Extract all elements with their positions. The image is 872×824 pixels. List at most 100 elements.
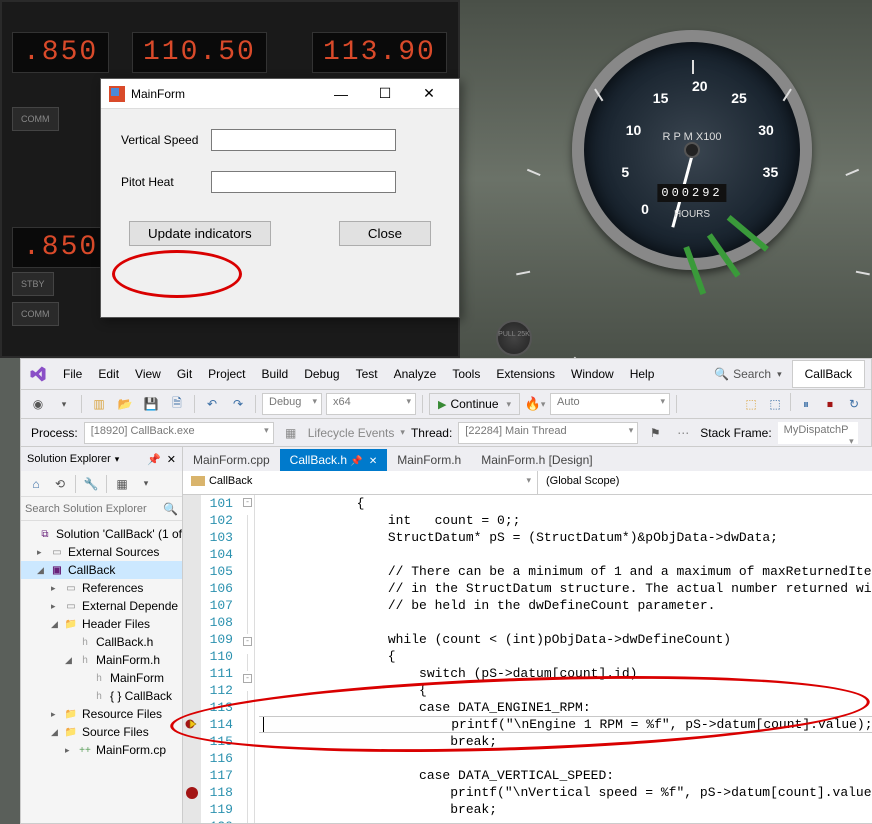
tree-item[interactable]: ▸📁Resource Files <box>21 705 182 723</box>
menu-edit[interactable]: Edit <box>90 363 127 385</box>
tree-item[interactable]: h{ } CallBack <box>21 687 182 705</box>
code-line[interactable]: switch (pS->datum[count].id) <box>263 665 872 682</box>
editor-tab[interactable]: CallBack.h 📌✕ <box>280 449 388 471</box>
step-icon-2[interactable]: ⬚ <box>764 393 786 415</box>
undo-icon[interactable]: ↶ <box>201 393 223 415</box>
menu-debug[interactable]: Debug <box>296 363 347 385</box>
tree-item[interactable]: hCallBack.h <box>21 633 182 651</box>
nav-back-icon[interactable]: ◉ <box>27 393 49 415</box>
redo-icon[interactable]: ↷ <box>227 393 249 415</box>
comm-button-1[interactable]: COMM <box>12 107 59 131</box>
menu-help[interactable]: Help <box>622 363 663 385</box>
close-window-button[interactable]: ✕ <box>407 80 451 108</box>
menu-test[interactable]: Test <box>348 363 386 385</box>
code-line[interactable]: { <box>263 495 872 512</box>
solexp-search[interactable]: 🔍 <box>21 497 182 521</box>
collapse-icon[interactable]: ▾ <box>135 473 157 495</box>
new-icon[interactable]: ▥ <box>88 393 110 415</box>
code-line[interactable] <box>263 818 872 823</box>
fold-toggle-icon[interactable]: - <box>243 498 252 507</box>
fold-toggle-icon[interactable]: - <box>243 637 252 646</box>
code-line[interactable] <box>263 546 872 563</box>
menu-window[interactable]: Window <box>563 363 622 385</box>
code-line[interactable]: break; <box>263 733 872 750</box>
code-line[interactable]: { <box>263 648 872 665</box>
code-line[interactable]: int count = 0;; <box>263 512 872 529</box>
nav-project-dropdown[interactable]: CallBack <box>183 471 538 494</box>
search-menu[interactable]: 🔍 Search▾ <box>714 367 782 381</box>
auto-dropdown[interactable]: Auto <box>550 393 670 415</box>
code-line[interactable]: { <box>263 682 872 699</box>
lifecycle-icon[interactable]: ▦ <box>280 422 302 444</box>
tree-item[interactable]: ▸▭External Sources <box>21 543 182 561</box>
update-indicators-button[interactable]: Update indicators <box>129 221 271 246</box>
solution-tab[interactable]: CallBack <box>792 360 865 388</box>
tree-item[interactable]: ◢📁Source Files <box>21 723 182 741</box>
titlebar[interactable]: MainForm — ☐ ✕ <box>101 79 459 109</box>
config-dropdown[interactable]: Debug <box>262 393 322 415</box>
code-line[interactable]: // There can be a minimum of 1 and a max… <box>263 563 872 580</box>
close-button[interactable]: Close <box>339 221 431 246</box>
code-line[interactable]: StructDatum* pS = (StructDatum*)&pObjDat… <box>263 529 872 546</box>
tree-item[interactable]: ◢📁Header Files <box>21 615 182 633</box>
code-line[interactable] <box>263 614 872 631</box>
tree-item[interactable]: ⧉Solution 'CallBack' (1 of <box>21 525 182 543</box>
flag-icon[interactable]: ⚑ <box>644 422 666 444</box>
code-line[interactable] <box>263 750 872 767</box>
save-icon[interactable]: 💾 <box>140 393 162 415</box>
menu-analyze[interactable]: Analyze <box>386 363 445 385</box>
thread-dropdown[interactable]: [22284] Main Thread <box>458 422 638 444</box>
show-all-icon[interactable]: ▦ <box>111 473 133 495</box>
prop-icon[interactable]: 🔧 <box>80 473 102 495</box>
restart-icon[interactable]: ↻ <box>843 393 865 415</box>
nav-fwd-icon[interactable]: ▾ <box>53 393 75 415</box>
code-area[interactable]: 1011021031041051061071081091101111121131… <box>183 495 872 823</box>
nav-scope-dropdown[interactable]: (Global Scope) <box>538 471 872 494</box>
menu-build[interactable]: Build <box>254 363 297 385</box>
threads-icon[interactable]: ⋯ <box>672 422 694 444</box>
sync-icon[interactable]: ⟲ <box>49 473 71 495</box>
tree-item[interactable]: ▸▭References <box>21 579 182 597</box>
stby-button[interactable]: STBY <box>12 272 54 296</box>
tree-item[interactable]: ◢▣CallBack <box>21 561 182 579</box>
menu-view[interactable]: View <box>127 363 169 385</box>
code-line[interactable]: case DATA_VERTICAL_SPEED: <box>263 767 872 784</box>
menu-file[interactable]: File <box>55 363 90 385</box>
close-tab-icon[interactable]: ✕ <box>369 456 377 467</box>
menu-git[interactable]: Git <box>169 363 200 385</box>
code-line[interactable]: // in the StructDatum structure. The act… <box>263 580 872 597</box>
code-line[interactable]: while (count < (int)pObjData->dwDefineCo… <box>263 631 872 648</box>
minimize-button[interactable]: — <box>319 80 363 108</box>
tree-item[interactable]: ▸▭External Depende <box>21 597 182 615</box>
save-all-icon[interactable]: 🗎 <box>166 393 188 415</box>
pitot-heat-input[interactable] <box>211 171 396 193</box>
menu-tools[interactable]: Tools <box>444 363 488 385</box>
home-icon[interactable]: ⌂ <box>25 473 47 495</box>
code-line[interactable]: break; <box>263 801 872 818</box>
tree-item[interactable]: hMainForm <box>21 669 182 687</box>
tree-item[interactable]: ▸++MainForm.cp <box>21 741 182 759</box>
editor-tab[interactable]: MainForm.cpp <box>183 449 280 471</box>
panel-close-icon[interactable]: ✕ <box>167 453 176 466</box>
code-line[interactable]: printf("\nVertical speed = %f", pS->datu… <box>263 784 872 801</box>
continue-button[interactable]: ▶ Continue▾ <box>429 393 520 415</box>
hot-reload-icon[interactable]: 🔥▾ <box>524 393 546 415</box>
stack-frame-dropdown[interactable]: MyDispatchP <box>778 422 858 444</box>
code-line[interactable]: printf("\nEngine 1 RPM = %f", pS->datum[… <box>263 716 872 733</box>
step-icon-1[interactable]: ⬚ <box>740 393 762 415</box>
menu-extensions[interactable]: Extensions <box>488 363 563 385</box>
breakpoint-icon[interactable] <box>186 787 198 799</box>
pin-icon[interactable]: 📌 <box>147 453 161 466</box>
tree-item[interactable]: ◢hMainForm.h <box>21 651 182 669</box>
code-line[interactable]: case DATA_ENGINE1_RPM: <box>263 699 872 716</box>
fold-toggle-icon[interactable]: - <box>243 674 252 683</box>
editor-tab[interactable]: MainForm.h [Design] <box>471 449 602 471</box>
maximize-button[interactable]: ☐ <box>363 80 407 108</box>
pin-icon[interactable]: 📌 <box>350 456 362 467</box>
pull-knob[interactable]: PULL 25K <box>496 320 532 356</box>
solexp-search-input[interactable] <box>25 503 163 515</box>
comm-button-2[interactable]: COMM <box>12 302 59 326</box>
vertical-speed-input[interactable] <box>211 129 396 151</box>
editor-tab[interactable]: MainForm.h <box>387 449 471 471</box>
open-icon[interactable]: 📂 <box>114 393 136 415</box>
